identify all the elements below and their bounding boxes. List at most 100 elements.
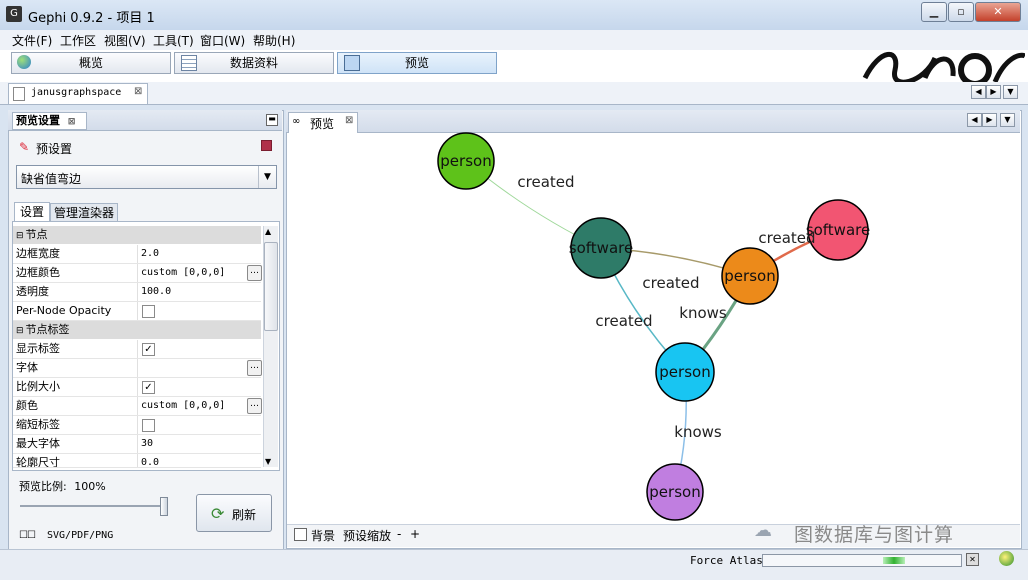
property-row[interactable]: 显示标签 ✓ [13,340,261,359]
scroll-down-icon[interactable]: ▼ [265,457,271,466]
collapse-icon[interactable]: ⊟ [16,231,24,241]
preview-panel-header [286,110,1020,133]
graph-canvas[interactable]: createdcreatedcreatedcreated knowsknowspe… [287,132,1020,524]
background-checkbox[interactable] [294,528,307,541]
property-row[interactable]: 边框宽度 2.0 [13,245,261,264]
scrollbar-thumb[interactable] [264,242,278,331]
export-icons[interactable]: ☐☐ [19,530,36,541]
pencil-icon: ✎ [19,140,30,154]
tab-settings[interactable]: 设置 [14,202,50,222]
property-row[interactable]: 轮廓尺寸 0.0 [13,454,261,468]
collapse-icon[interactable]: ⊟ [16,326,24,336]
checkbox[interactable]: ✓ [142,381,155,394]
menu-file[interactable]: 文件(F) [12,32,52,49]
property-row[interactable]: 字体… [13,359,262,378]
export-label[interactable]: SVG/PDF/PNG [47,530,113,541]
minimize-button[interactable]: ▁ [921,2,947,22]
scroll-right-icon[interactable]: ▶ [982,113,997,127]
ellipsis-button[interactable]: … [247,360,262,376]
refresh-label: 刷新 [232,508,257,522]
workspace-tab[interactable]: janusgraphspace ⊠ [8,83,148,104]
node-label: person [649,483,700,501]
checkbox[interactable] [142,305,155,318]
menu-workspace[interactable]: 工作区 [60,32,96,49]
property-value[interactable]: 30 [141,435,246,453]
checkbox[interactable] [142,419,155,432]
edge-label: created [595,312,652,330]
property-value[interactable]: 100.0 [141,283,246,301]
group-node-labels[interactable]: ⊟ 节点标签 [13,321,261,339]
edge-label: created [642,274,699,292]
property-label: 边框宽度 [16,247,60,260]
property-row[interactable]: 透明度 100.0 [13,283,261,302]
scroll-right-icon[interactable]: ▶ [986,85,1001,99]
preview-tab[interactable]: ∞ 预览 ⊠ [288,112,358,133]
menu-help[interactable]: 帮助(H) [253,32,295,49]
table-icon [181,55,197,71]
save-icon[interactable] [261,140,272,151]
scroll-left-icon[interactable]: ◀ [967,113,982,127]
ratio-label-text: 预览比例: [19,480,67,493]
gephi-logo [862,51,1025,82]
cancel-task-icon[interactable]: ✕ [966,553,979,566]
maximize-button[interactable]: ▫ [948,2,974,22]
dropdown-icon[interactable]: ▼ [1003,85,1018,99]
tab-renderers[interactable]: 管理渲染器 [50,203,118,223]
close-tab-icon[interactable]: ⊠ [345,115,353,126]
property-value[interactable]: custom [0,0,0] [141,264,246,282]
menu-window[interactable]: 窗口(W) [200,32,245,49]
group-nodes[interactable]: ⊟ 节点 [13,226,261,244]
data-lab-button[interactable]: 数据资料 [174,52,334,74]
node-label: software [569,239,633,257]
refresh-button[interactable]: ⟳ 刷新 [196,494,272,532]
property-label: 透明度 [16,285,49,298]
ellipsis-button[interactable]: … [247,265,262,281]
menu-view[interactable]: 视图(V) [104,32,146,49]
preset-dropdown[interactable]: 缺省值弯边 ▼ [16,165,277,189]
checkbox[interactable]: ✓ [142,343,155,356]
panel-tab[interactable]: 预览设置 ⊠ [12,112,87,130]
zoom-out-button[interactable]: - [397,527,401,541]
minimize-panel-icon[interactable]: ▬ [266,114,278,126]
preset-value: 缺省值弯边 [21,172,82,186]
close-icon[interactable]: ⊠ [68,117,76,127]
node-label: software [806,221,870,239]
preview-button[interactable]: 预览 [337,52,497,74]
property-row[interactable]: 最大字体 30 [13,435,261,454]
ratio-slider-track[interactable] [20,505,165,507]
property-row[interactable]: 缩短标签 [13,416,261,435]
workspace-tab-label: janusgraphspace [31,87,122,98]
menu-tools[interactable]: 工具(T) [153,32,194,49]
ellipsis-button[interactable]: … [247,398,262,414]
scroll-up-icon[interactable]: ▲ [265,227,271,236]
property-row[interactable]: 颜色 custom [0,0,0]… [13,397,262,416]
node-label: person [440,152,491,170]
close-button[interactable]: ✕ [975,2,1021,22]
property-row[interactable]: Per-Node Opacity [13,302,261,321]
property-value[interactable]: custom [0,0,0] [141,397,246,415]
workspace-tab-row [0,82,1028,105]
scroll-left-icon[interactable]: ◀ [971,85,986,99]
watermark-text: 图数据库与图计算 [794,524,955,546]
property-value[interactable]: 0.0 [141,454,246,467]
group-node-labels-label: 节点标签 [25,323,70,336]
property-row[interactable]: 边框颜色 custom [0,0,0]… [13,264,262,283]
zoom-in-button[interactable]: + [410,527,420,541]
preview-label: 预览 [404,56,429,70]
layout-name: Force Atlas [690,554,763,567]
chevron-down-icon: ▼ [258,166,276,188]
overview-label: 概览 [78,56,103,70]
property-value[interactable]: 2.0 [141,245,246,263]
tab-renderers-label: 管理渲染器 [53,206,114,220]
property-label: 边框颜色 [16,266,60,279]
close-tab-icon[interactable]: ⊠ [134,86,142,97]
edge-label: knows [679,304,727,322]
overview-button[interactable]: 概览 [11,52,171,74]
progress-bar [762,554,962,567]
dropdown-icon[interactable]: ▼ [1000,113,1015,127]
update-icon[interactable] [999,551,1014,566]
ratio-slider-thumb[interactable] [160,497,168,516]
property-row[interactable]: 比例大小 ✓ [13,378,261,397]
node-label: person [724,267,775,285]
property-label: 轮廓尺寸 [16,456,60,468]
